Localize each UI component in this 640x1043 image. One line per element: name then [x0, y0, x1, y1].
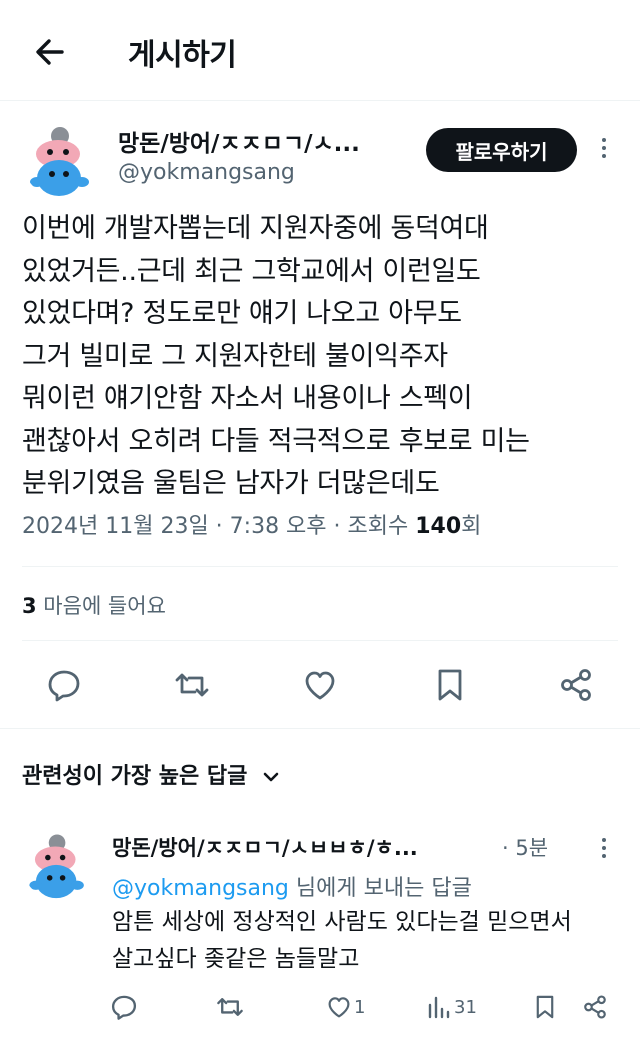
replies-sort-label[interactable]: 관련성이 가장 높은 답글 — [22, 758, 281, 790]
reply-like-count: 1 — [354, 996, 366, 1018]
reply-like-button[interactable]: 1 — [326, 993, 365, 1021]
tweet-line: 뭐이런 얘기안함 자소서 내용이나 스펙이 — [22, 383, 473, 414]
reply-more-options-icon[interactable] — [599, 838, 609, 862]
reply-author-name[interactable]: 망돈/방어/ㅈㅈㅁㄱ/ㅅㅂㅂㅎ/ㅎ... — [112, 832, 512, 862]
like-icon — [326, 994, 352, 1020]
divider — [22, 640, 618, 641]
reply-icon[interactable] — [46, 667, 82, 703]
follow-button[interactable]: 팔로우하기 — [426, 128, 577, 172]
view-suffix: 회 — [461, 514, 482, 539]
reply-bookmark-button[interactable] — [532, 993, 558, 1021]
tweet-line: 그거 빌미로 그 지원자한테 불이익주자 — [22, 340, 448, 372]
bookmark-icon — [532, 993, 558, 1021]
replying-to-label: 님에게 보내는 답글 — [288, 876, 472, 901]
reply-line: 암튼 세상에 정상적인 사람도 있다는걸 믿으면서 — [112, 909, 572, 935]
tweet-date: 2024년 11월 23일 · 7:38 오후 · 조회수 — [22, 514, 416, 539]
like-icon[interactable] — [302, 667, 338, 703]
reply-views-button[interactable]: 31 — [426, 993, 477, 1021]
tweet-metadata: 2024년 11월 23일 · 7:38 오후 · 조회수 140회 — [22, 508, 481, 540]
reply-icon — [110, 993, 138, 1021]
more-options-icon[interactable] — [599, 138, 609, 162]
replying-to: @yokmangsang 님에게 보내는 답글 — [112, 870, 472, 902]
share-icon — [582, 993, 608, 1021]
divider — [0, 728, 640, 729]
view-count: 140 — [415, 514, 462, 539]
tweet-text: 이번에 개발자뽑는데 지원자중에 동덕여대 있었거든..근데 최근 그학교에서 … — [22, 208, 622, 506]
analytics-icon — [426, 995, 450, 1019]
author-handle[interactable]: @yokmangsang — [118, 160, 295, 185]
reply-view-count: 31 — [454, 996, 477, 1018]
reply-line: 살고싶다 좆같은 놈들말고 — [112, 946, 360, 972]
retweet-icon[interactable] — [174, 667, 210, 703]
reply-text: 암튼 세상에 정상적인 사람도 있다는걸 믿으면서 살고싶다 좆같은 놈들말고 — [112, 904, 572, 978]
reply-share-button[interactable] — [582, 993, 608, 1021]
tweet-line: 있었거든..근데 최근 그학교에서 이런일도 — [22, 255, 481, 287]
bookmark-icon[interactable] — [432, 667, 468, 703]
reply-author-avatar[interactable] — [22, 828, 94, 900]
likes-summary[interactable]: 3 마음에 들어요 — [22, 590, 166, 620]
retweet-icon — [216, 993, 244, 1021]
likes-label: 마음에 들어요 — [36, 594, 166, 618]
likes-count: 3 — [22, 594, 37, 618]
reply-retweet-button[interactable] — [216, 993, 244, 1021]
tweet-line: 분위기였음 울팀은 남자가 더많은데도 — [22, 468, 440, 499]
replying-to-handle[interactable]: @yokmangsang — [112, 876, 289, 901]
tweet-line: 괜찮아서 오히려 다들 적극적으로 후보로 미는 — [22, 425, 530, 457]
chevron-down-icon — [261, 767, 281, 787]
tweet-line: 이번에 개발자뽑는데 지원자중에 동덕여대 — [22, 213, 489, 244]
divider — [22, 566, 618, 567]
reply-reply-button[interactable] — [110, 993, 138, 1021]
share-icon[interactable] — [558, 667, 594, 703]
top-bar: 게시하기 — [0, 0, 640, 101]
reply-time: · 5분 — [502, 836, 549, 860]
replies-sort-text: 관련성이 가장 높은 답글 — [22, 764, 248, 789]
back-arrow-icon[interactable] — [32, 34, 68, 70]
author-display-name[interactable]: 망돈/방어/ㅈㅈㅁㄱ/ㅅ... — [118, 124, 408, 158]
page-title: 게시하기 — [128, 38, 237, 73]
tweet-line: 있었다며? 정도로만 얘기 나오고 아무도 — [22, 298, 462, 329]
author-avatar[interactable] — [22, 120, 100, 198]
